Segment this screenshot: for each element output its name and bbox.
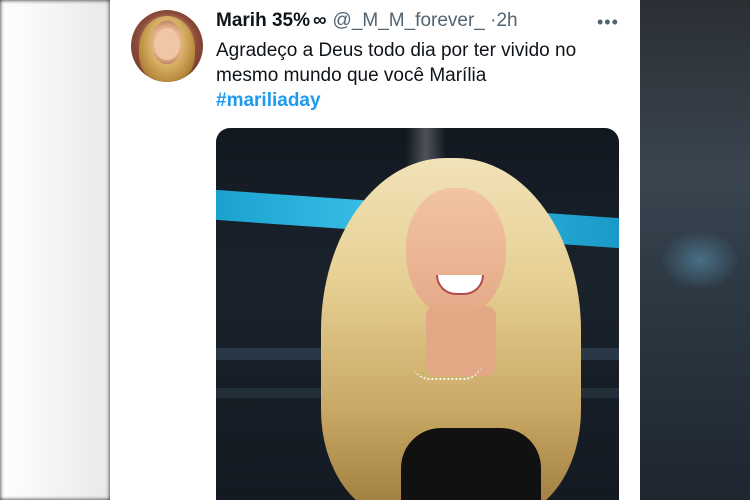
display-name[interactable]: Marih 35%	[216, 10, 310, 31]
photo-person-face	[406, 188, 506, 318]
infinity-icon: ∞	[312, 10, 327, 31]
hashtag-link[interactable]: #mariliaday	[216, 90, 321, 111]
background-glow	[660, 230, 740, 290]
blurred-background-right	[640, 0, 750, 500]
user-handle[interactable]: @_M_M_forever_	[333, 10, 485, 31]
avatar-face	[154, 28, 180, 60]
more-options-icon[interactable]: •••	[597, 12, 619, 33]
tweet-header: Marih 35% ∞ @_M_M_forever_ ·2h	[216, 10, 518, 34]
photo-necklace	[412, 362, 482, 380]
avatar[interactable]	[131, 10, 203, 82]
tweet-card[interactable]: Marih 35% ∞ @_M_M_forever_ ·2h ••• Agradeç…	[110, 0, 640, 500]
photo-black-top	[401, 428, 541, 500]
tweet-text: Agradeço a Deus todo dia por ter vivido …	[216, 38, 616, 113]
tweet-body: Agradeço a Deus todo dia por ter vivido …	[216, 40, 577, 86]
tweet-photo[interactable]	[216, 128, 619, 500]
blurred-background-left	[0, 0, 110, 500]
timestamp[interactable]: 2h	[496, 10, 517, 31]
